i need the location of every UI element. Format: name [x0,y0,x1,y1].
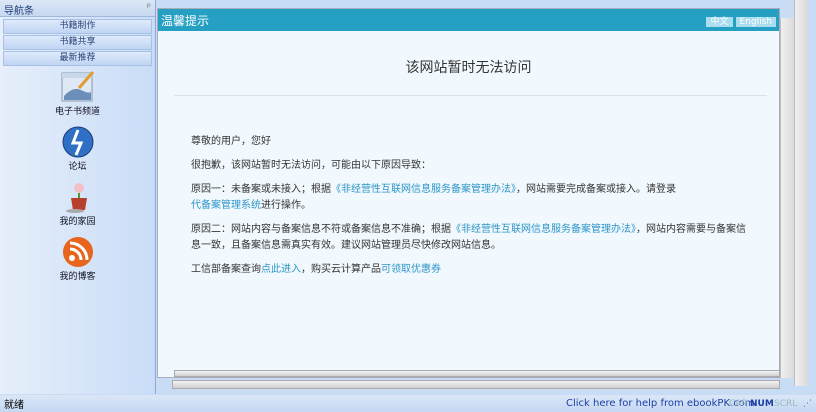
sidebar-header: 导航条 ᵖ [0,0,155,17]
sidebar: 导航条 ᵖ 书籍制作 书籍共享 最新推荐 电子书频道 论坛 我的家园 我的博客 [0,0,156,394]
regulation-link[interactable]: 《非经营性互联网信息服务备案管理办法》 [451,224,636,235]
query-link[interactable]: 点此进入 [261,264,301,275]
web-content: 温馨提示 中文 English 该网站暂时无法访问 尊敬的用户，您好 很抱歉，该网… [157,8,780,378]
num-indicator: NUM [750,398,774,409]
picture-edit-icon [61,70,95,104]
nav-item-ebook-channel[interactable]: 电子书频道 [0,70,155,117]
nav-button-book-sharing[interactable]: 书籍共享 [3,35,152,50]
coupon-link[interactable]: 可领取优惠券 [381,264,441,275]
query-text: 工信部备案查询 [191,264,261,275]
greeting: 尊敬的用户，您好 [191,136,271,147]
reason-text: 原因二：网站内容与备案信息不符或备案信息不准确；根据 [191,224,451,235]
resize-grip-icon[interactable]: ⋰ [803,399,812,409]
reason-two: 原因二：网站内容与备案信息不符或备案信息不准确；根据《非经营性互联网信息服务备案… [191,222,751,254]
query-line: 工信部备案查询点此进入，购买云计算产品可领取优惠券 [191,262,779,278]
sorry-text: 很抱歉，该网站暂时无法访问，可能由以下原因导致： [191,160,431,171]
outer-horizontal-scrollbar[interactable] [172,380,780,389]
outer-vertical-scrollbar[interactable] [794,0,808,386]
nav-item-label: 论坛 [68,162,87,172]
inner-vertical-scrollbar[interactable] [780,18,794,378]
sidebar-title: 导航条 [4,6,34,17]
status-bar: 就绪 Click here for help from ebookPK.com … [0,395,816,412]
nav-item-my-blog[interactable]: 我的博客 [0,235,155,282]
notice-title: 温馨提示 [161,13,210,28]
lang-en-link[interactable]: English [735,16,776,27]
notice-header: 温馨提示 中文 English [158,9,779,31]
nav-item-my-home[interactable]: 我的家园 [0,180,155,227]
cap-indicator: CAP [729,398,747,409]
reason-text: 进行操作。 [261,200,311,211]
nav-item-label: 电子书频道 [54,107,100,117]
regulation-link[interactable]: 《非经营性互联网信息服务备案管理办法》 [331,184,516,195]
nav-button-latest[interactable]: 最新推荐 [3,51,152,66]
rss-icon [61,235,95,269]
nav-item-label: 我的家园 [59,217,96,227]
reason-text: ，网站需要完成备案或接入。请登录 [516,184,676,195]
nav-item-label: 我的博客 [59,272,96,282]
inner-horizontal-scrollbar[interactable] [174,370,780,377]
query-text: ，购买云计算产品 [301,264,381,275]
globe-icon [61,125,95,159]
reason-one: 原因一：未备案或未接入；根据《非经营性互联网信息服务备案管理办法》，网站需要完成… [191,182,779,214]
nav-item-forum[interactable]: 论坛 [0,125,155,172]
scrl-indicator: SCRL [774,398,798,409]
reason-text: 原因一：未备案或未接入；根据 [191,184,331,195]
flower-pot-icon [61,180,95,214]
page-title: 该网站暂时无法访问 [405,60,532,76]
nav-button-book-making[interactable]: 书籍制作 [3,19,152,34]
filing-system-link[interactable]: 代备案管理系统 [191,200,261,211]
lang-zh-link[interactable]: 中文 [706,16,733,27]
help-link[interactable]: Click here for help from ebookPK.com [566,398,755,409]
pin-icon[interactable]: ᵖ [147,2,151,14]
status-text: 就绪 [4,400,24,411]
